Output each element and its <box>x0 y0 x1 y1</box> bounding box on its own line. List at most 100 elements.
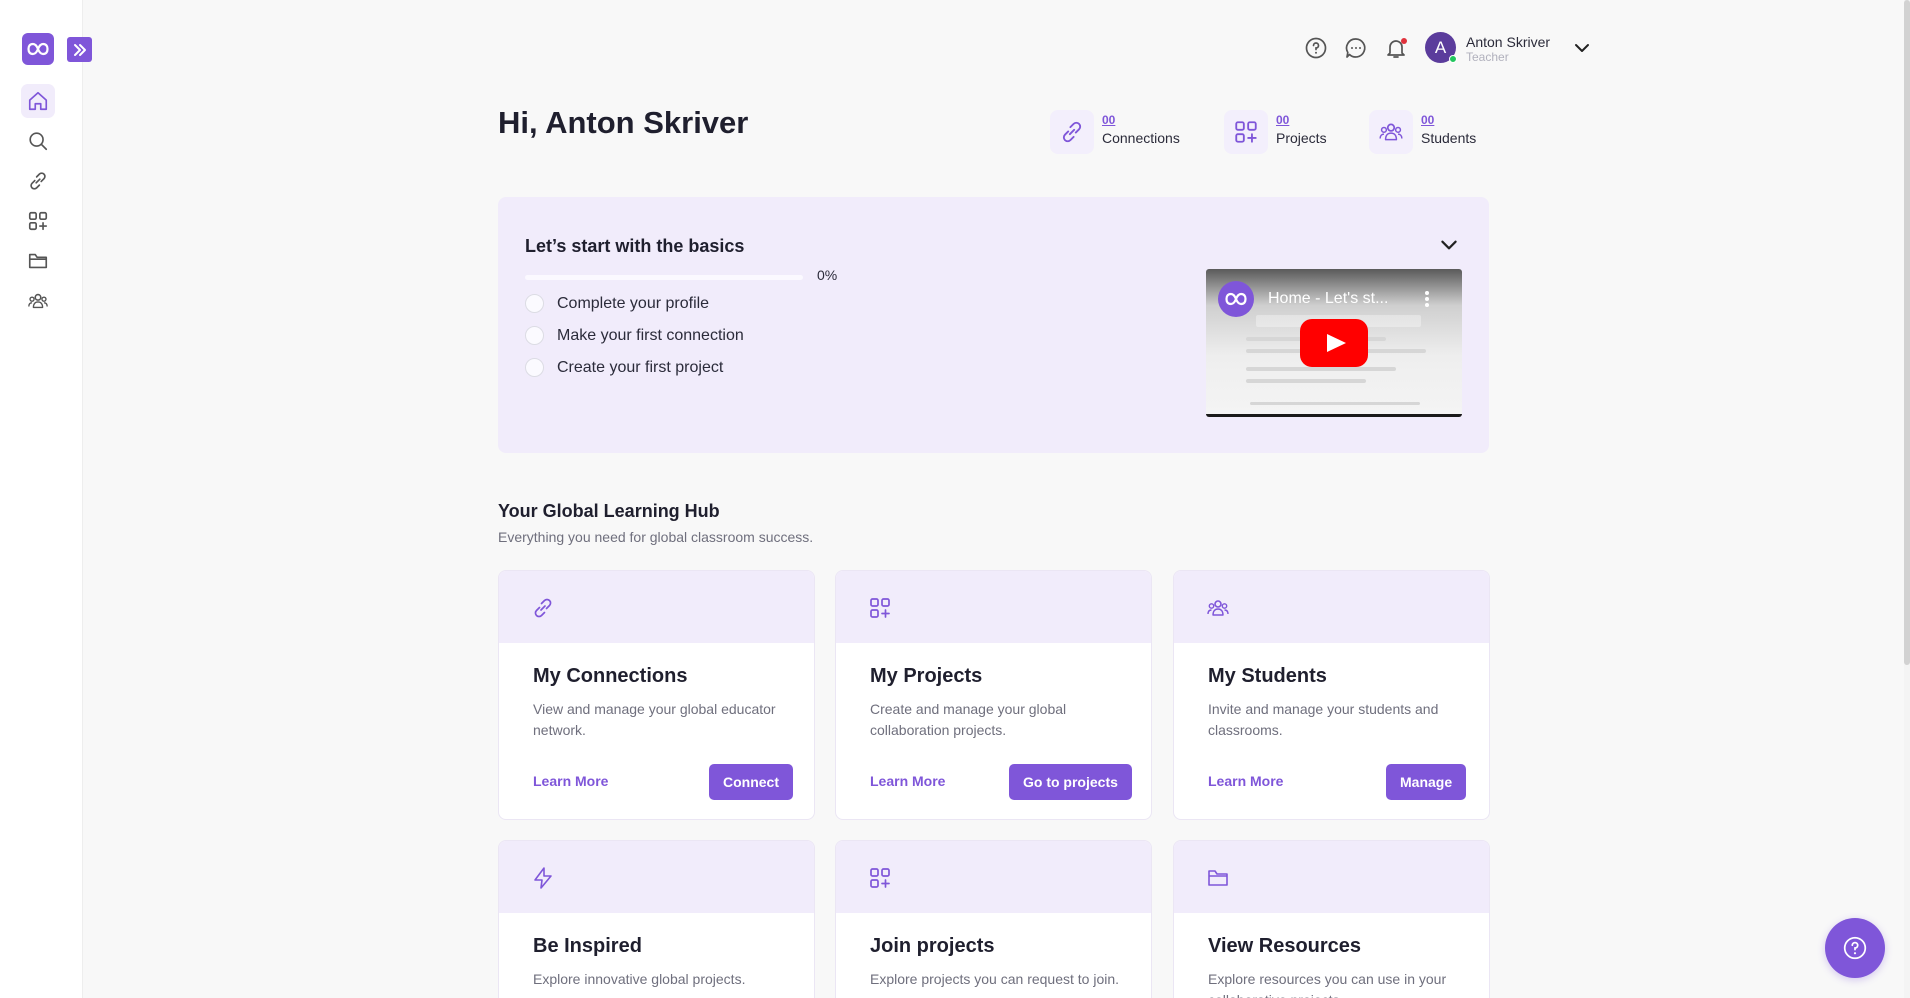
sidebar <box>0 0 92 998</box>
card-description: View and manage your global educator net… <box>533 701 776 738</box>
link-icon <box>1050 110 1094 154</box>
card-join-projects[interactable]: Join projects Explore projects you can r… <box>835 840 1152 998</box>
video-thumbnail-detail <box>1246 367 1396 371</box>
card-title: View Resources <box>1208 935 1362 957</box>
stat-students[interactable]: 00 Students <box>1369 110 1476 154</box>
grid-plus-icon <box>1224 110 1268 154</box>
card-header <box>1174 571 1489 643</box>
task-complete-profile[interactable]: Complete your profile <box>525 294 709 313</box>
play-button-icon[interactable] <box>1300 319 1368 367</box>
users-icon <box>1206 596 1230 620</box>
chat-icon[interactable] <box>1344 36 1368 60</box>
card-description: Create and manage your global collaborat… <box>870 701 1067 738</box>
task-label: Complete your profile <box>557 294 710 312</box>
card-header <box>836 841 1151 913</box>
help-chat-button[interactable] <box>1825 918 1885 978</box>
video-thumbnail-detail <box>1250 402 1420 405</box>
channel-logo-icon <box>1218 281 1254 317</box>
card-header <box>1174 841 1489 913</box>
link-icon <box>531 596 555 620</box>
learn-more-link[interactable]: Learn More <box>870 773 945 789</box>
link-icon <box>30 172 46 190</box>
user-name: Anton Skriver <box>1466 34 1551 50</box>
card-header <box>499 841 814 913</box>
progress-label: 0% <box>817 267 838 283</box>
scrollbar-thumb[interactable] <box>1904 0 1910 665</box>
getting-started-panel: Let’s start with the basics 0% Complete … <box>498 197 1489 453</box>
task-first-project[interactable]: Create your first project <box>525 358 723 377</box>
progress-bar <box>525 275 803 280</box>
stat-label: Projects <box>1276 130 1327 146</box>
video-title: Home - Let's st... <box>1268 290 1389 307</box>
stat-value[interactable]: 00 <box>1102 113 1180 127</box>
notification-dot <box>1401 38 1407 44</box>
infinity-logo-icon <box>27 42 49 56</box>
nav-home[interactable] <box>21 84 55 118</box>
card-description: Explore projects you can request to join… <box>870 971 1120 987</box>
grid-plus-icon <box>868 596 892 620</box>
folder-icon <box>1206 866 1230 890</box>
manage-button[interactable]: Manage <box>1386 764 1467 800</box>
video-thumbnail-detail <box>1246 379 1366 383</box>
users-icon <box>28 293 48 309</box>
page-title: Hi, Anton Skriver <box>498 105 749 140</box>
card-be-inspired[interactable]: Be Inspired Explore innovative global pr… <box>498 840 815 998</box>
task-radio[interactable] <box>525 358 544 377</box>
chevron-down-icon[interactable] <box>1572 38 1592 58</box>
nav-connections[interactable] <box>21 164 55 198</box>
stat-value[interactable]: 00 <box>1276 113 1327 127</box>
stat-label: Students <box>1421 130 1477 146</box>
search-icon <box>29 132 48 151</box>
card-header <box>836 571 1151 643</box>
page-scrollbar[interactable] <box>1904 0 1910 998</box>
double-chevron-right-icon <box>73 43 86 56</box>
expand-sidebar-button[interactable] <box>67 37 92 62</box>
users-icon <box>1369 110 1413 154</box>
card-title: Join projects <box>870 935 995 957</box>
home-icon <box>28 91 48 111</box>
card-title: My Projects <box>870 665 983 687</box>
task-label: Create your first project <box>557 358 724 376</box>
help-icon <box>1843 936 1867 960</box>
card-my-connections: My Connections View and manage your glob… <box>498 570 815 820</box>
chevron-down-icon[interactable] <box>1438 234 1460 256</box>
user-role: Teacher <box>1466 50 1509 64</box>
card-my-students: My Students Invite and manage your stude… <box>1173 570 1490 820</box>
card-header <box>499 571 814 643</box>
grid-plus-icon <box>868 866 892 890</box>
more-vertical-icon[interactable] <box>1424 289 1430 309</box>
stat-label: Connections <box>1102 130 1180 146</box>
hub-title: Your Global Learning Hub <box>498 501 720 521</box>
lightning-icon <box>531 866 555 890</box>
connect-button[interactable]: Connect <box>709 764 793 800</box>
help-icon[interactable] <box>1304 36 1328 60</box>
task-radio[interactable] <box>525 326 544 345</box>
online-status-dot <box>1449 55 1457 63</box>
nav-search[interactable] <box>21 124 55 158</box>
folder-icon <box>28 253 48 269</box>
stat-connections[interactable]: 00 Connections <box>1050 110 1180 154</box>
card-description: Invite and manage your students and clas… <box>1208 701 1439 738</box>
grid-plus-icon <box>28 211 48 231</box>
learn-more-link[interactable]: Learn More <box>533 773 608 789</box>
stat-value[interactable]: 00 <box>1421 113 1476 127</box>
task-radio[interactable] <box>525 294 544 313</box>
getting-started-title: Let’s start with the basics <box>525 236 745 256</box>
card-description: Explore innovative global projects. <box>533 971 746 987</box>
nav-resources[interactable] <box>21 244 55 278</box>
task-first-connection[interactable]: Make your first connection <box>525 326 744 345</box>
card-view-resources[interactable]: View Resources Explore resources you can… <box>1173 840 1490 998</box>
nav-students[interactable] <box>21 284 55 318</box>
app-logo[interactable] <box>22 33 54 65</box>
card-title: My Connections <box>533 665 688 687</box>
card-description: Explore resources you can use in your co… <box>1208 971 1447 998</box>
nav-projects[interactable] <box>21 204 55 238</box>
stat-projects[interactable]: 00 Projects <box>1224 110 1327 154</box>
hub-subtitle: Everything you need for global classroom… <box>498 529 814 545</box>
go-to-projects-button[interactable]: Go to projects <box>1009 764 1132 800</box>
card-title: My Students <box>1208 665 1327 687</box>
video-player[interactable]: Home - Let's st... <box>1206 269 1462 417</box>
task-label: Make your first connection <box>557 326 744 344</box>
card-title: Be Inspired <box>533 935 642 957</box>
learn-more-link[interactable]: Learn More <box>1208 773 1283 789</box>
